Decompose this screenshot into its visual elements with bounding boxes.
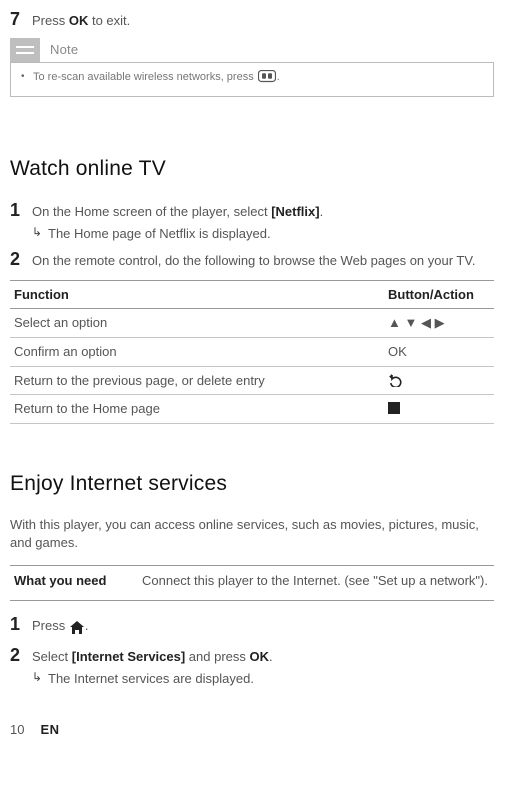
result-arrow-icon: ↳ <box>32 670 48 686</box>
t: On the remote control, do the following … <box>32 253 475 268</box>
back-icon <box>388 373 402 388</box>
result-arrow-icon: ↳ <box>32 225 48 241</box>
step-body: Press . <box>32 615 494 639</box>
page-number: 10 <box>10 721 24 739</box>
footer: 10 EN <box>10 721 494 739</box>
home-icon <box>70 621 84 639</box>
t: Press <box>32 618 69 633</box>
intro-text: With this player, you can access online … <box>10 516 494 551</box>
t-bold: [Netflix] <box>271 204 319 219</box>
note-header: Note <box>10 38 494 62</box>
col-action: Button/Action <box>384 280 494 309</box>
t: Press <box>32 13 69 28</box>
table-row: Select an option ▲ ▼ ◀ ▶ <box>10 309 494 338</box>
t: On the Home screen of the player, select <box>32 204 271 219</box>
t: to exit. <box>88 13 130 28</box>
step-text: Press . <box>32 617 494 639</box>
note-icon <box>10 38 40 62</box>
need-text: Connect this player to the Internet. (se… <box>138 566 494 601</box>
enjoy-step-1: 1 Press . <box>10 615 494 639</box>
step-number: 1 <box>10 201 32 221</box>
table-row: Return to the previous page, or delete e… <box>10 366 494 395</box>
step-text: Select [Internet Services] and press OK. <box>32 648 494 666</box>
t-bold: [Internet Services] <box>72 649 185 664</box>
bullet: • <box>21 70 33 84</box>
t: . <box>269 649 273 664</box>
watch-step-2: 2 On the remote control, do the followin… <box>10 250 494 270</box>
watch-step-1: 1 On the Home screen of the player, sele… <box>10 201 494 242</box>
page: 7 Press OK to exit. Note • To re-scan av… <box>0 0 508 757</box>
t-bold: OK <box>250 649 270 664</box>
language-code: EN <box>40 721 59 739</box>
t: . <box>85 618 89 633</box>
cell-function: Return to the Home page <box>10 395 384 424</box>
home-square-icon <box>388 402 400 414</box>
note-box: Note • To re-scan available wireless net… <box>10 38 494 97</box>
t: Select <box>32 649 72 664</box>
need-label: What you need <box>10 566 138 601</box>
col-function: Function <box>10 280 384 309</box>
cell-action <box>384 395 494 424</box>
step-text: On the remote control, do the following … <box>32 252 494 270</box>
arrows-icon: ▲ ▼ ◀ ▶ <box>388 315 445 330</box>
t: . <box>277 71 280 83</box>
step-body: On the remote control, do the following … <box>32 250 494 270</box>
table-header-row: Function Button/Action <box>10 280 494 309</box>
note-text: To re-scan available wireless networks, … <box>33 70 483 89</box>
step-number: 2 <box>10 250 32 270</box>
sub-text: The Home page of Netflix is displayed. <box>48 225 494 243</box>
table-row: Return to the Home page <box>10 395 494 424</box>
sub-line: ↳ The Home page of Netflix is displayed. <box>32 225 494 243</box>
sub-text: The Internet services are displayed. <box>48 670 494 688</box>
t: . <box>320 204 324 219</box>
function-table: Function Button/Action Select an option … <box>10 280 494 424</box>
sub-line: ↳ The Internet services are displayed. <box>32 670 494 688</box>
cell-function: Confirm an option <box>10 337 384 366</box>
heading-watch-online-tv: Watch online TV <box>10 155 494 183</box>
step-text: Press OK to exit. <box>32 13 130 28</box>
step-7: 7 Press OK to exit. <box>10 10 494 30</box>
note-label: Note <box>50 41 78 59</box>
note-item: • To re-scan available wireless networks… <box>21 70 483 89</box>
cell-function: Return to the previous page, or delete e… <box>10 366 384 395</box>
step-body: On the Home screen of the player, select… <box>32 201 494 242</box>
t-bold: OK <box>69 13 89 28</box>
step-number: 2 <box>10 646 32 666</box>
note-body: • To re-scan available wireless networks… <box>10 62 494 97</box>
enjoy-step-2: 2 Select [Internet Services] and press O… <box>10 646 494 687</box>
table-row: Confirm an option OK <box>10 337 494 366</box>
what-you-need-table: What you need Connect this player to the… <box>10 565 494 601</box>
step-body: Press OK to exit. <box>32 10 494 30</box>
heading-enjoy-internet-services: Enjoy Internet services <box>10 470 494 498</box>
rescan-button-icon <box>258 70 276 89</box>
cell-action: ▲ ▼ ◀ ▶ <box>384 309 494 338</box>
cell-action <box>384 366 494 395</box>
t: To re-scan available wireless networks, … <box>33 71 257 83</box>
cell-function: Select an option <box>10 309 384 338</box>
cell-action: OK <box>384 337 494 366</box>
step-number: 7 <box>10 10 32 30</box>
step-body: Select [Internet Services] and press OK.… <box>32 646 494 687</box>
table-row: What you need Connect this player to the… <box>10 566 494 601</box>
step-text: On the Home screen of the player, select… <box>32 203 494 221</box>
t: and press <box>185 649 249 664</box>
step-number: 1 <box>10 615 32 635</box>
